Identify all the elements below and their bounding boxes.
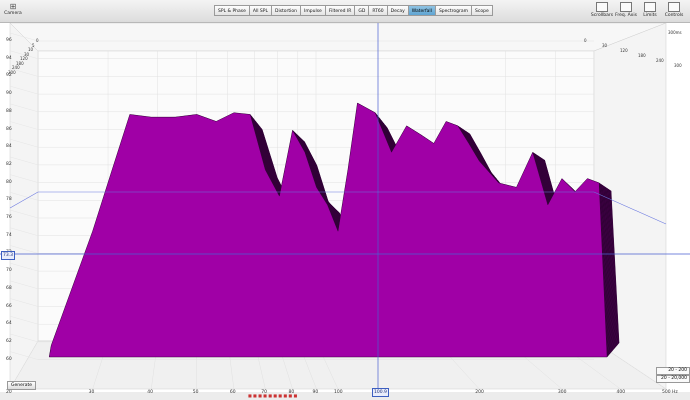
tab-distortion[interactable]: Distortion bbox=[270, 5, 301, 16]
controls-icon bbox=[668, 2, 680, 12]
tab-waterfall[interactable]: Waterfall bbox=[407, 5, 435, 16]
y-tick-label: 76 bbox=[6, 215, 12, 220]
y-tick-label: 80 bbox=[6, 179, 12, 185]
x-tick-label: 400 bbox=[616, 390, 626, 395]
tool-scrollbars[interactable]: Scrollbars bbox=[590, 1, 614, 19]
generate-button[interactable]: Generate bbox=[7, 381, 37, 390]
tab-gd[interactable]: GD bbox=[354, 5, 369, 16]
camera-label: Camera bbox=[4, 11, 22, 16]
y-tick-label: 70 bbox=[6, 268, 12, 274]
right-tools: Scrollbars Freq. Axis Limits Controls bbox=[590, 1, 686, 19]
camera-icon: ⊞ bbox=[9, 2, 17, 11]
depth-unit-label: 300ms bbox=[668, 30, 682, 35]
tab-filtered-ir[interactable]: Filtered IR bbox=[324, 5, 355, 16]
tool-label: Scrollbars bbox=[590, 13, 614, 18]
y-tick-label: 88 bbox=[6, 108, 12, 114]
tab-scope[interactable]: Scope bbox=[471, 5, 493, 16]
y-tick-label: 68 bbox=[6, 285, 12, 291]
y-tick-label: 66 bbox=[6, 303, 12, 309]
y-tick-label: 74 bbox=[6, 232, 12, 238]
range-box-low[interactable]: 20 - 200 bbox=[656, 367, 690, 375]
tab-all-spl[interactable]: All SPL bbox=[248, 5, 271, 16]
depth-label-right: 30 bbox=[602, 43, 608, 48]
tool-label: Limits bbox=[643, 13, 657, 18]
back-wall-top bbox=[9, 23, 667, 52]
x-tick-label: 500 Hz bbox=[662, 390, 678, 395]
limits-icon bbox=[644, 2, 656, 12]
x-tick-label: 50 bbox=[192, 390, 199, 395]
tool-controls[interactable]: Controls bbox=[662, 1, 686, 19]
x-tick-label: 30 bbox=[88, 390, 95, 395]
range-box-full[interactable]: 20 - 20,000 bbox=[656, 375, 690, 383]
depth-label-right: 300 bbox=[674, 63, 682, 68]
y-tick-label: 84 bbox=[6, 144, 12, 150]
y-tick-label: 94 bbox=[6, 55, 12, 61]
tool-limits[interactable]: Limits bbox=[638, 1, 662, 19]
camera-control[interactable]: ⊞ Camera bbox=[2, 2, 24, 20]
tab-impulse[interactable]: Impulse bbox=[300, 5, 325, 16]
tool-label: Controls bbox=[664, 13, 684, 18]
depth-label-right: 0 bbox=[584, 38, 587, 43]
y-tick-label: 60 bbox=[6, 356, 12, 362]
toolbar: ⊞ Camera SPL & Phase All SPL Distortion Imp… bbox=[0, 0, 690, 23]
y-tick-label: 78 bbox=[6, 197, 12, 203]
tab-spectrogram[interactable]: Spectrogram bbox=[434, 5, 472, 16]
x-tick-label: 100 bbox=[334, 390, 343, 395]
y-tick-label: 90 bbox=[6, 91, 12, 97]
y-tick-label: 62 bbox=[6, 338, 12, 344]
depth-label-left: 0 bbox=[36, 38, 39, 43]
y-tick-label: 64 bbox=[6, 321, 12, 327]
left-wall bbox=[9, 23, 39, 390]
y-tick-label: 86 bbox=[6, 126, 12, 132]
tab-spl-phase[interactable]: SPL & Phase bbox=[214, 5, 249, 16]
tab-decay[interactable]: Decay bbox=[386, 5, 408, 16]
depth-label-right: 240 bbox=[656, 58, 664, 63]
y-cursor-readout: 73.3 bbox=[1, 251, 16, 260]
y-tick-label: 82 bbox=[6, 161, 12, 167]
waterfall-chart bbox=[0, 23, 690, 392]
x-tick-label: 300 bbox=[557, 390, 567, 395]
x-cursor-readout: 100.9 bbox=[372, 388, 389, 397]
x-tick-label: 90 bbox=[312, 390, 319, 395]
tool-freq-axis[interactable]: Freq. Axis bbox=[614, 1, 638, 19]
waterfall-plot[interactable] bbox=[0, 23, 690, 392]
scrollbars-icon bbox=[596, 2, 608, 12]
y-tick-label: 96 bbox=[6, 38, 12, 43]
depth-label-left: 300 bbox=[8, 69, 16, 75]
x-tick-label: 40 bbox=[147, 390, 153, 395]
x-tick-label: 60 bbox=[229, 390, 236, 395]
freq-axis-icon bbox=[620, 2, 632, 12]
depth-label-right: 180 bbox=[638, 53, 646, 58]
x-tick-label: 20 bbox=[6, 390, 12, 395]
x-tick-label: 200 bbox=[475, 390, 484, 395]
tool-label: Freq. Axis bbox=[615, 13, 637, 18]
depth-label-right: 120 bbox=[620, 48, 628, 53]
tab-rt60[interactable]: RT60 bbox=[368, 5, 387, 16]
series-legend: ■ ■ ■ ■ ■ ■ ■ ■ ■ ■ bbox=[248, 393, 298, 398]
view-tabs: SPL & Phase All SPL Distortion Impulse Filte… bbox=[214, 5, 493, 16]
